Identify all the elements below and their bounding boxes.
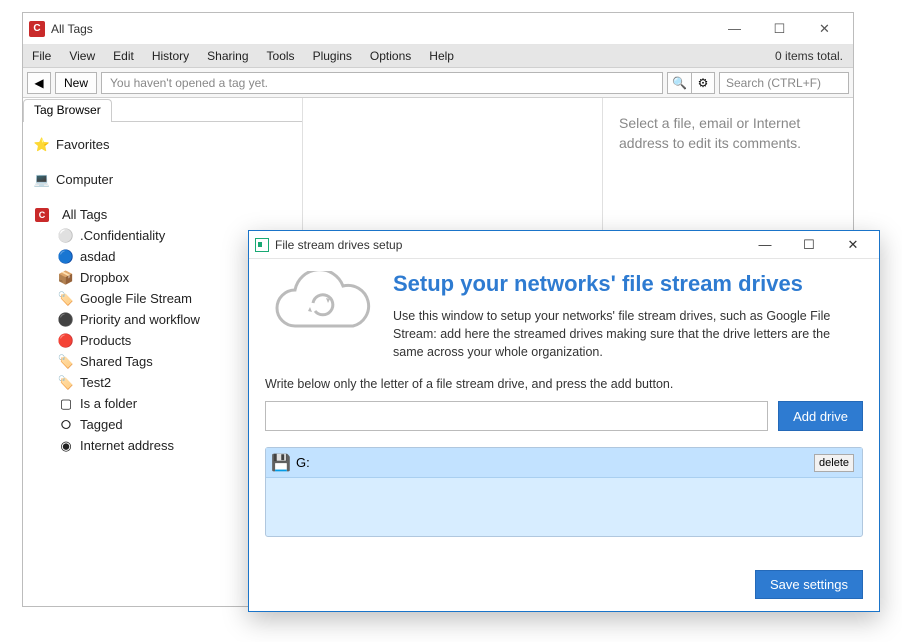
modal-app-icon	[255, 238, 269, 252]
star-icon: ⭐	[35, 138, 49, 152]
drive-label: G:	[296, 455, 806, 470]
modal-minimize-button[interactable]: —	[743, 232, 787, 258]
sidebar-item-label: Is a folder	[80, 396, 137, 411]
menu-tools[interactable]: Tools	[258, 46, 304, 66]
modal-description: Use this window to setup your networks' …	[393, 307, 863, 361]
sidebar-computer[interactable]: 💻 Computer	[33, 169, 292, 190]
circle-icon: ⚫	[59, 313, 73, 327]
minimize-button[interactable]: —	[712, 15, 757, 43]
tag-icon: 🏷️	[59, 376, 73, 390]
menu-plugins[interactable]: Plugins	[304, 46, 361, 66]
search-input[interactable]: Search (CTRL+F)	[719, 72, 849, 94]
titlebar: C All Tags — ☐ ✕	[23, 13, 853, 45]
toolbar: ◀ New You haven't opened a tag yet. 🔍 ⚙ …	[23, 68, 853, 98]
sidebar-item-label: Tagged	[80, 417, 123, 432]
drive-row[interactable]: 💾 G: delete	[266, 448, 862, 478]
maximize-button[interactable]: ☐	[757, 15, 802, 43]
tag-icon: 🏷️	[59, 355, 73, 369]
sidebar-item-label: Favorites	[56, 137, 109, 152]
sidebar-favorites[interactable]: ⭐ Favorites	[33, 134, 292, 155]
modal-heading: Setup your networks' file stream drives	[393, 271, 863, 297]
menu-edit[interactable]: Edit	[104, 46, 143, 66]
computer-icon: 💻	[35, 173, 49, 187]
modal-instruction: Write below only the letter of a file st…	[249, 377, 879, 391]
app-icon: C	[35, 208, 49, 222]
sidebar-item-label: Priority and workflow	[80, 312, 200, 327]
sidebar-item-label: asdad	[80, 249, 115, 264]
dropbox-icon: 📦	[59, 271, 73, 285]
sidebar-item-label: Internet address	[80, 438, 174, 453]
sidebar-item-label: Google File Stream	[80, 291, 192, 306]
menu-options[interactable]: Options	[361, 46, 420, 66]
menu-view[interactable]: View	[60, 46, 104, 66]
tag-input[interactable]: You haven't opened a tag yet.	[101, 72, 663, 94]
menu-sharing[interactable]: Sharing	[198, 46, 257, 66]
tag-icon: 🔵	[59, 250, 73, 264]
modal-title: File stream drives setup	[275, 238, 402, 252]
add-drive-button[interactable]: Add drive	[778, 401, 863, 431]
search-icon: 🔍	[672, 76, 687, 90]
gear-icon: ⚙	[698, 76, 709, 90]
circle-icon: ⭘	[59, 418, 73, 432]
drive-letter-input[interactable]	[265, 401, 768, 431]
close-button[interactable]: ✕	[802, 15, 847, 43]
drive-list: 💾 G: delete	[265, 447, 863, 537]
menu-help[interactable]: Help	[420, 46, 463, 66]
modal-maximize-button[interactable]: ☐	[787, 232, 831, 258]
sidebar-item-label: All Tags	[62, 207, 107, 222]
menu-file[interactable]: File	[23, 46, 60, 66]
new-button[interactable]: New	[55, 72, 97, 94]
window-title: All Tags	[51, 22, 93, 36]
circle-icon: 🔴	[59, 334, 73, 348]
delete-drive-button[interactable]: delete	[814, 454, 854, 472]
modal-close-button[interactable]: ✕	[831, 232, 875, 258]
search-button[interactable]: 🔍	[667, 72, 691, 94]
tag-icon: 🏷️	[59, 292, 73, 306]
drive-icon: 💾	[274, 456, 288, 470]
sidebar-item-label: Products	[80, 333, 131, 348]
save-settings-button[interactable]: Save settings	[755, 570, 863, 599]
modal-titlebar: File stream drives setup — ☐ ✕	[249, 231, 879, 259]
globe-icon: ◉	[59, 439, 73, 453]
sidebar-item-label: Test2	[80, 375, 111, 390]
circle-icon: ⚪	[59, 229, 73, 243]
menu-history[interactable]: History	[143, 46, 198, 66]
back-button[interactable]: ◀	[27, 72, 51, 94]
hint-text: Select a file, email or Internet address…	[619, 114, 837, 153]
tab-tag-browser[interactable]: Tag Browser	[23, 99, 112, 122]
sidebar-item-label: Computer	[56, 172, 113, 187]
cloud-sync-icon	[265, 271, 375, 341]
folder-icon: ▢	[59, 397, 73, 411]
sidebar-item-label: .Confidentiality	[80, 228, 165, 243]
modal-file-stream-drives: File stream drives setup — ☐ ✕ Setup you…	[248, 230, 880, 612]
sidebar-item-label: Shared Tags	[80, 354, 153, 369]
settings-button[interactable]: ⚙	[691, 72, 715, 94]
sidebar-item-label: Dropbox	[80, 270, 129, 285]
app-icon: C	[29, 21, 45, 37]
items-total: 0 items total.	[775, 49, 853, 63]
sidebar-all-tags[interactable]: C All Tags	[33, 204, 292, 225]
menubar: File View Edit History Sharing Tools Plu…	[23, 45, 853, 68]
